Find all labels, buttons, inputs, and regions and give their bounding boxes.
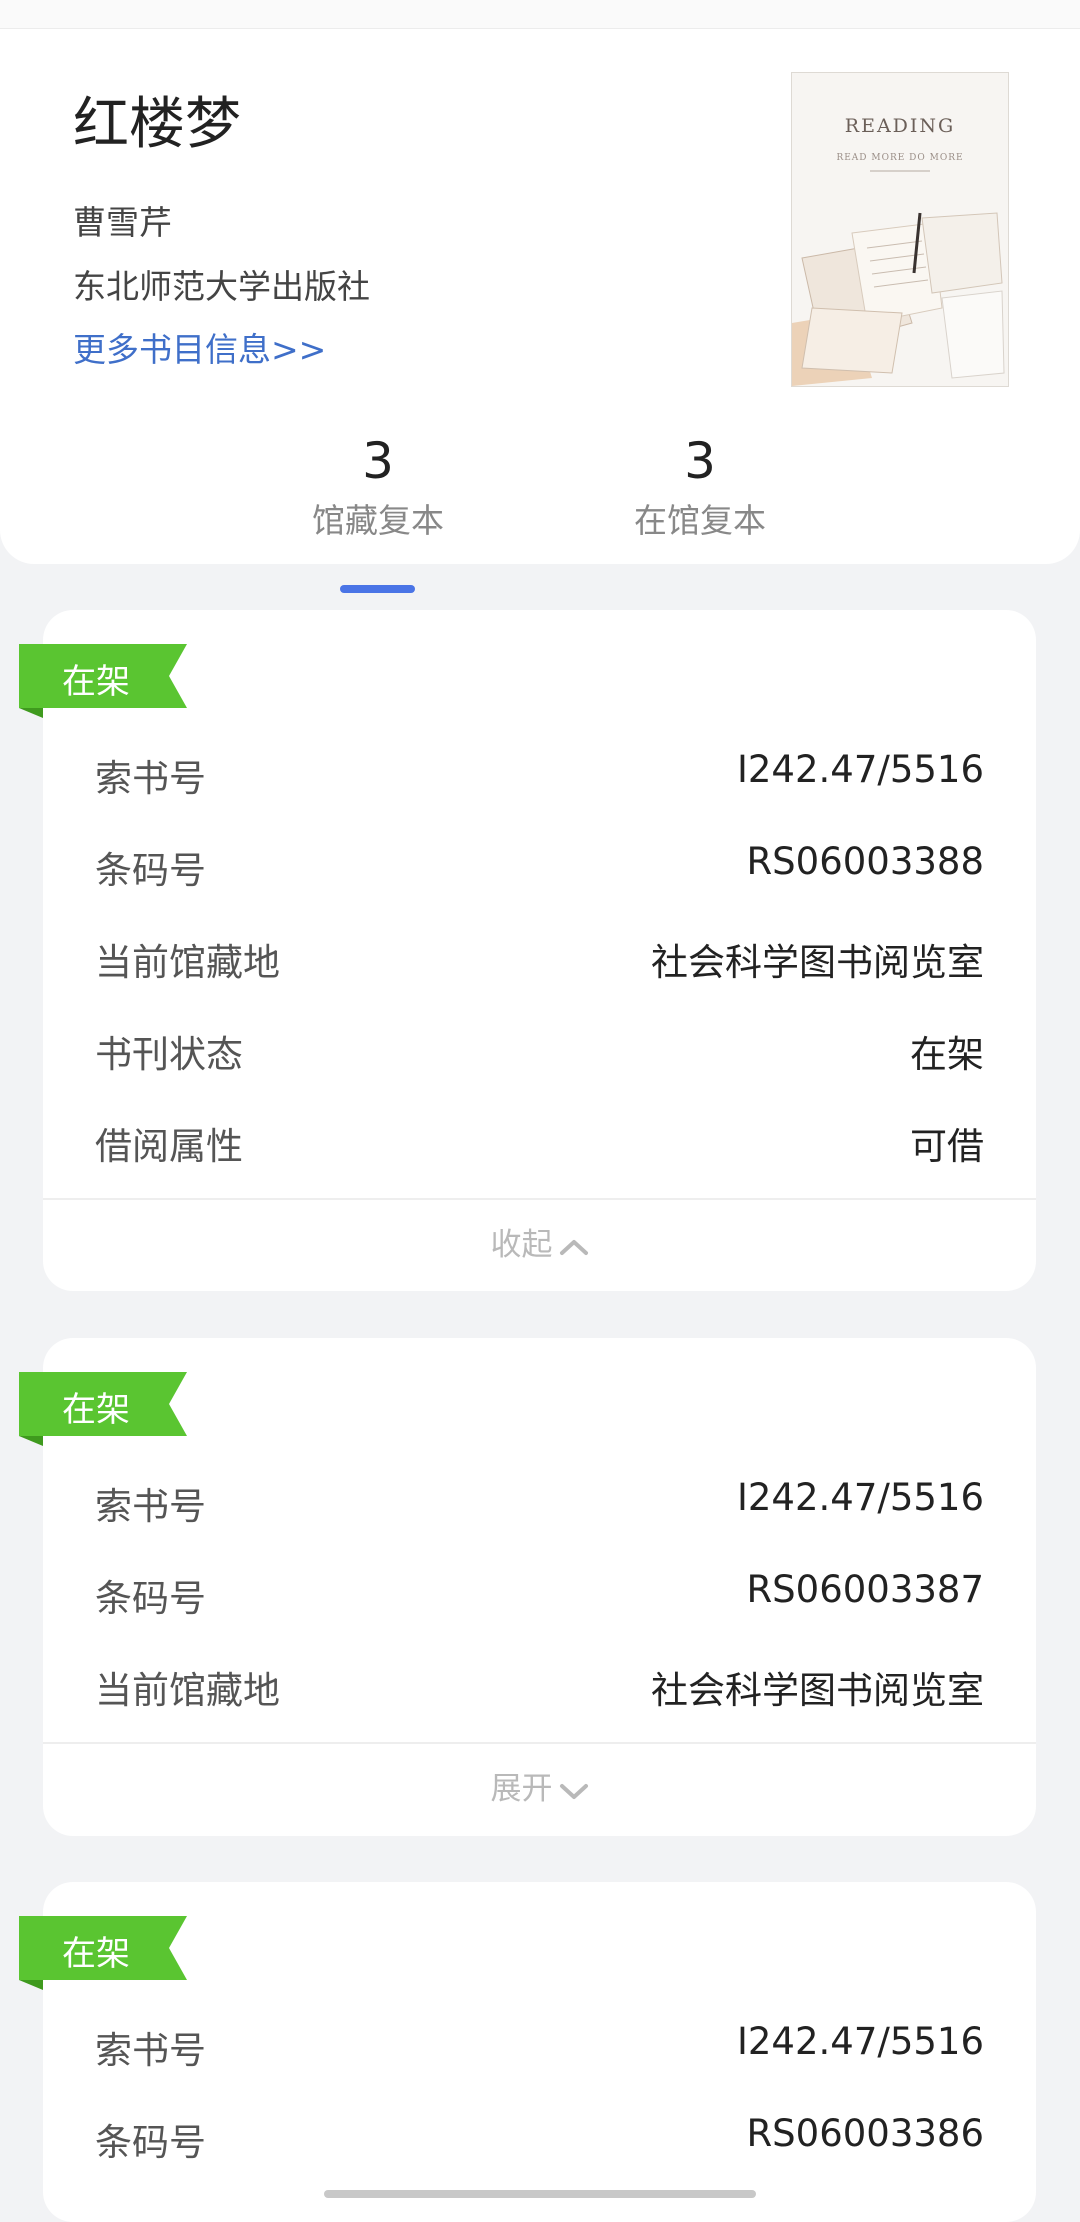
status-row: 书刊状态 在架 (95, 1024, 984, 1084)
collapse-button[interactable]: 收起 (43, 1200, 1036, 1290)
field-label: 当前馆藏地 (95, 1669, 280, 1712)
status-ribbon-label: 在架 (62, 1934, 130, 1974)
location-row: 当前馆藏地 社会科学图书阅览室 (95, 932, 984, 992)
field-value: I242.47/5516 (736, 2020, 984, 2063)
expand-label: 展开 (490, 1771, 553, 1807)
stat-total-copies[interactable]: 3 馆藏复本 (278, 430, 478, 542)
field-value: RS06003388 (746, 840, 984, 883)
chevron-down-icon (559, 1783, 588, 1799)
field-label: 当前馆藏地 (95, 941, 280, 984)
field-value: I242.47/5516 (736, 1476, 984, 1519)
barcode-row: 条码号 RS06003387 (95, 1568, 984, 1628)
field-value: 在架 (910, 1033, 984, 1076)
status-ribbon: 在架 (19, 1372, 189, 1446)
field-value: 社会科学图书阅览室 (651, 941, 984, 984)
chevron-up-icon (559, 1239, 588, 1255)
stat-total-copies-value: 3 (362, 432, 394, 490)
call-number-row: 索书号 I242.47/5516 (95, 2020, 984, 2080)
field-value: 社会科学图书阅览室 (651, 1669, 984, 1712)
open-books-illustration (792, 170, 1005, 386)
field-label: 索书号 (95, 757, 206, 800)
barcode-row: 条码号 RS06003388 (95, 840, 984, 900)
stat-total-copies-label: 馆藏复本 (312, 501, 444, 540)
status-ribbon: 在架 (19, 1916, 189, 1990)
stat-available-copies-label: 在馆复本 (634, 501, 766, 540)
field-value: 可借 (910, 1125, 984, 1168)
field-label: 条码号 (95, 849, 206, 892)
copy-card: 在架 索书号 I242.47/5516 条码号 RS06003388 当前馆藏地… (19, 610, 1036, 1291)
home-indicator[interactable] (324, 2190, 756, 2198)
call-number-row: 索书号 I242.47/5516 (95, 748, 984, 808)
field-value: RS06003387 (746, 1568, 984, 1611)
field-label: 书刊状态 (95, 1033, 243, 1076)
status-ribbon-label: 在架 (62, 1390, 130, 1430)
field-label: 索书号 (95, 1485, 206, 1528)
copy-card: 在架 索书号 I242.47/5516 条码号 RS06003387 当前馆藏地… (19, 1338, 1036, 1836)
book-publisher: 东北师范大学出版社 (73, 267, 370, 306)
book-author: 曹雪芹 (73, 203, 172, 242)
collapse-label: 收起 (490, 1227, 553, 1263)
field-label: 索书号 (95, 2029, 206, 2072)
field-value: I242.47/5516 (736, 748, 984, 791)
lending-row: 借阅属性 可借 (95, 1116, 984, 1176)
copy-card: 在架 索书号 I242.47/5516 条码号 RS06003386 (19, 1882, 1036, 2222)
more-book-info-link[interactable]: 更多书目信息>> (73, 323, 326, 371)
field-label: 条码号 (95, 2121, 206, 2164)
field-label: 借阅属性 (95, 1125, 243, 1168)
status-area (0, 0, 1080, 29)
active-tab-indicator (340, 585, 415, 593)
field-value: RS06003386 (746, 2112, 984, 2155)
status-ribbon-label: 在架 (62, 662, 130, 702)
expand-button[interactable]: 展开 (43, 1744, 1036, 1834)
status-ribbon: 在架 (19, 644, 189, 718)
book-header: 红楼梦 曹雪芹 东北师范大学出版社 更多书目信息>> READING READ … (0, 29, 1080, 593)
stat-available-copies-value: 3 (684, 432, 716, 490)
book-title: 红楼梦 (73, 92, 241, 157)
location-row: 当前馆藏地 社会科学图书阅览室 (95, 1660, 984, 1720)
barcode-row: 条码号 RS06003386 (95, 2112, 984, 2172)
stat-available-copies[interactable]: 3 在馆复本 (600, 430, 800, 542)
call-number-row: 索书号 I242.47/5516 (95, 1476, 984, 1536)
field-label: 条码号 (95, 1577, 206, 1620)
book-cover: READING READ MORE DO MORE (791, 72, 1009, 387)
